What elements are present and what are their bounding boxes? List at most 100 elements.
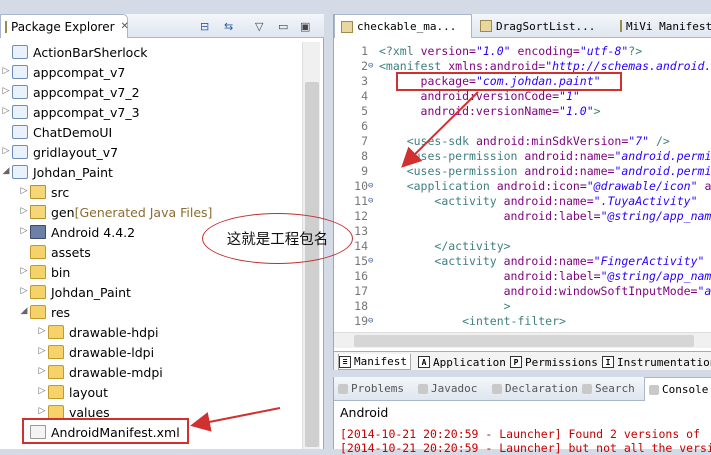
tree-item-label: drawable-hdpi [69, 324, 159, 340]
view-menu-icon[interactable]: ▽ [255, 20, 263, 33]
folder-icon [30, 305, 46, 319]
tree-item[interactable]: ▷ bin [21, 262, 71, 282]
scrollbar-thumb[interactable] [305, 82, 319, 447]
tree-item[interactable]: ▷ layout [39, 382, 108, 402]
manifest-page-tab-label: Permissions [525, 355, 598, 369]
folder-icon [30, 245, 46, 259]
line-number: 6 [361, 119, 368, 133]
folder-icon [48, 405, 64, 419]
editor-horizontal-scrollbar[interactable] [334, 332, 711, 348]
collapsed-arrow-icon[interactable]: ▷ [20, 186, 28, 196]
folder-icon [30, 285, 46, 299]
tree-item[interactable]: ▷ appcompat_v7_3 [3, 102, 140, 122]
line-number: 12 [354, 209, 368, 223]
fold-icon[interactable]: ⊖ [368, 179, 378, 194]
tree-item[interactable]: ActionBarSherlock [12, 42, 147, 62]
code-line: 5 android:versionName="1.0"> [334, 104, 711, 119]
line-number: 11 [354, 194, 368, 208]
console-view-tab[interactable]: Search [582, 382, 635, 395]
console-view-tab[interactable]: Console [644, 377, 711, 401]
collapsed-arrow-icon[interactable]: ▷ [38, 326, 46, 336]
tree-item[interactable]: ▷ Johdan_Paint [21, 282, 131, 302]
scrollbar-thumb[interactable] [354, 335, 694, 347]
collapsed-arrow-icon[interactable]: ▷ [38, 406, 46, 416]
code-text: <application android:icon="@drawable/ico… [406, 179, 711, 193]
tree-item[interactable]: ▷ appcompat_v7 [3, 62, 126, 82]
editor-tab[interactable]: checkable_ma... [334, 14, 472, 38]
link-with-editor-icon[interactable]: ⇆ [224, 20, 233, 33]
editor-tab-label: checkable_ma... [357, 20, 457, 33]
tree-item-label: appcompat_v7_3 [33, 104, 140, 120]
manifest-page-tab[interactable]: P Permissions [510, 354, 598, 370]
tree-item-label: src [51, 184, 70, 200]
folder-icon [30, 265, 46, 279]
collapsed-arrow-icon[interactable]: ▷ [20, 206, 28, 216]
code-line: 4 android:versionCode="1" [334, 89, 711, 104]
code-line: 1 <?xml version="1.0" encoding="utf-8"?> [334, 44, 711, 59]
tree-item[interactable]: ◢ Johdan_Paint [3, 162, 113, 182]
line-number: 17 [354, 284, 368, 298]
manifest-page-tab[interactable]: I Instrumentation [602, 354, 711, 370]
maximize-icon[interactable]: ▣ [300, 20, 310, 33]
tree-item[interactable]: ▷ drawable-ldpi [39, 342, 155, 362]
tree-item[interactable]: ◢ res [21, 302, 71, 322]
collapsed-arrow-icon[interactable]: ▷ [38, 346, 46, 356]
line-number: 10 [354, 179, 368, 193]
console-view-tab[interactable]: Declaration [492, 382, 578, 395]
tree-item[interactable]: ChatDemoUI [12, 122, 112, 142]
collapsed-arrow-icon[interactable]: ▷ [2, 86, 10, 96]
tree-item[interactable]: ▷ gridlayout_v7 [3, 142, 119, 162]
folder-icon [48, 365, 64, 379]
folder-icon [48, 385, 64, 399]
library-icon [30, 225, 46, 239]
tab-icon: ≡ [339, 355, 351, 368]
console-view-tab[interactable]: Problems [338, 382, 404, 395]
tree-item-label: res [51, 304, 71, 320]
minimize-icon[interactable]: ▭ [278, 20, 288, 33]
code-text: <uses-permission android:name="android.p… [406, 164, 711, 178]
expanded-arrow-icon[interactable]: ◢ [20, 306, 28, 316]
editor-tab[interactable]: MiVi Manifest [614, 14, 711, 38]
editor-tab-label: DragSortList... [496, 19, 596, 33]
tree-item-label: appcompat_v7_2 [33, 84, 140, 100]
collapse-all-icon[interactable]: ⊟ [200, 20, 209, 33]
fold-icon[interactable]: ⊖ [368, 194, 378, 209]
code-text: <activity android:name="FingerActivity" [434, 254, 705, 268]
collapsed-arrow-icon[interactable]: ▷ [20, 286, 28, 296]
tree-item[interactable]: ▷ drawable-hdpi [39, 322, 159, 342]
collapsed-arrow-icon[interactable]: ▷ [20, 226, 28, 236]
manifest-page-tab[interactable]: ≡ Manifest [338, 354, 411, 370]
collapsed-arrow-icon[interactable]: ▷ [2, 106, 10, 116]
expanded-arrow-icon[interactable]: ◢ [2, 166, 10, 176]
highlight-box-package [396, 72, 622, 91]
collapsed-arrow-icon[interactable]: ▷ [38, 366, 46, 376]
code-line: 18 > [334, 299, 711, 314]
tree-item[interactable]: ▷ appcompat_v7_2 [3, 82, 140, 102]
tree-item-label: assets [51, 244, 91, 260]
collapsed-arrow-icon[interactable]: ▷ [2, 66, 10, 76]
collapsed-arrow-icon[interactable]: ▷ [2, 146, 10, 156]
console-view-tab-label: Declaration [505, 382, 578, 395]
tree-item[interactable]: ▷ src [21, 182, 70, 202]
fold-icon[interactable]: ⊖ [368, 59, 378, 74]
tree-item[interactable]: ▷ Android 4.4.2 [21, 222, 136, 242]
tree-item[interactable]: ▷ gen [Generated Java Files] [21, 202, 213, 222]
code-text: <uses-sdk android:minSdkVersion="7" /> [406, 134, 670, 148]
console-view-tab[interactable]: Javadoc [418, 382, 477, 395]
tree-item[interactable]: ▷ drawable-mdpi [39, 362, 163, 382]
close-icon[interactable]: ✕ [121, 21, 129, 32]
editor-tab[interactable]: DragSortList... [474, 14, 612, 38]
project-icon [12, 85, 28, 99]
fold-icon[interactable]: ⊖ [368, 314, 378, 329]
view-icon [418, 383, 428, 394]
collapsed-arrow-icon[interactable]: ▷ [38, 386, 46, 396]
code-line: 11 ⊖ <activity android:name=".TuyaActivit… [334, 194, 711, 209]
manifest-page-tab[interactable]: A Application [418, 354, 506, 370]
tab-icon: I [602, 356, 614, 368]
package-explorer-tab[interactable]: Package Explorer ✕ [0, 14, 129, 38]
tree-item[interactable]: assets [30, 242, 91, 262]
fold-icon[interactable]: ⊖ [368, 254, 378, 269]
folder-icon [48, 345, 64, 359]
tree-item-label: drawable-mdpi [69, 364, 163, 380]
collapsed-arrow-icon[interactable]: ▷ [20, 266, 28, 276]
